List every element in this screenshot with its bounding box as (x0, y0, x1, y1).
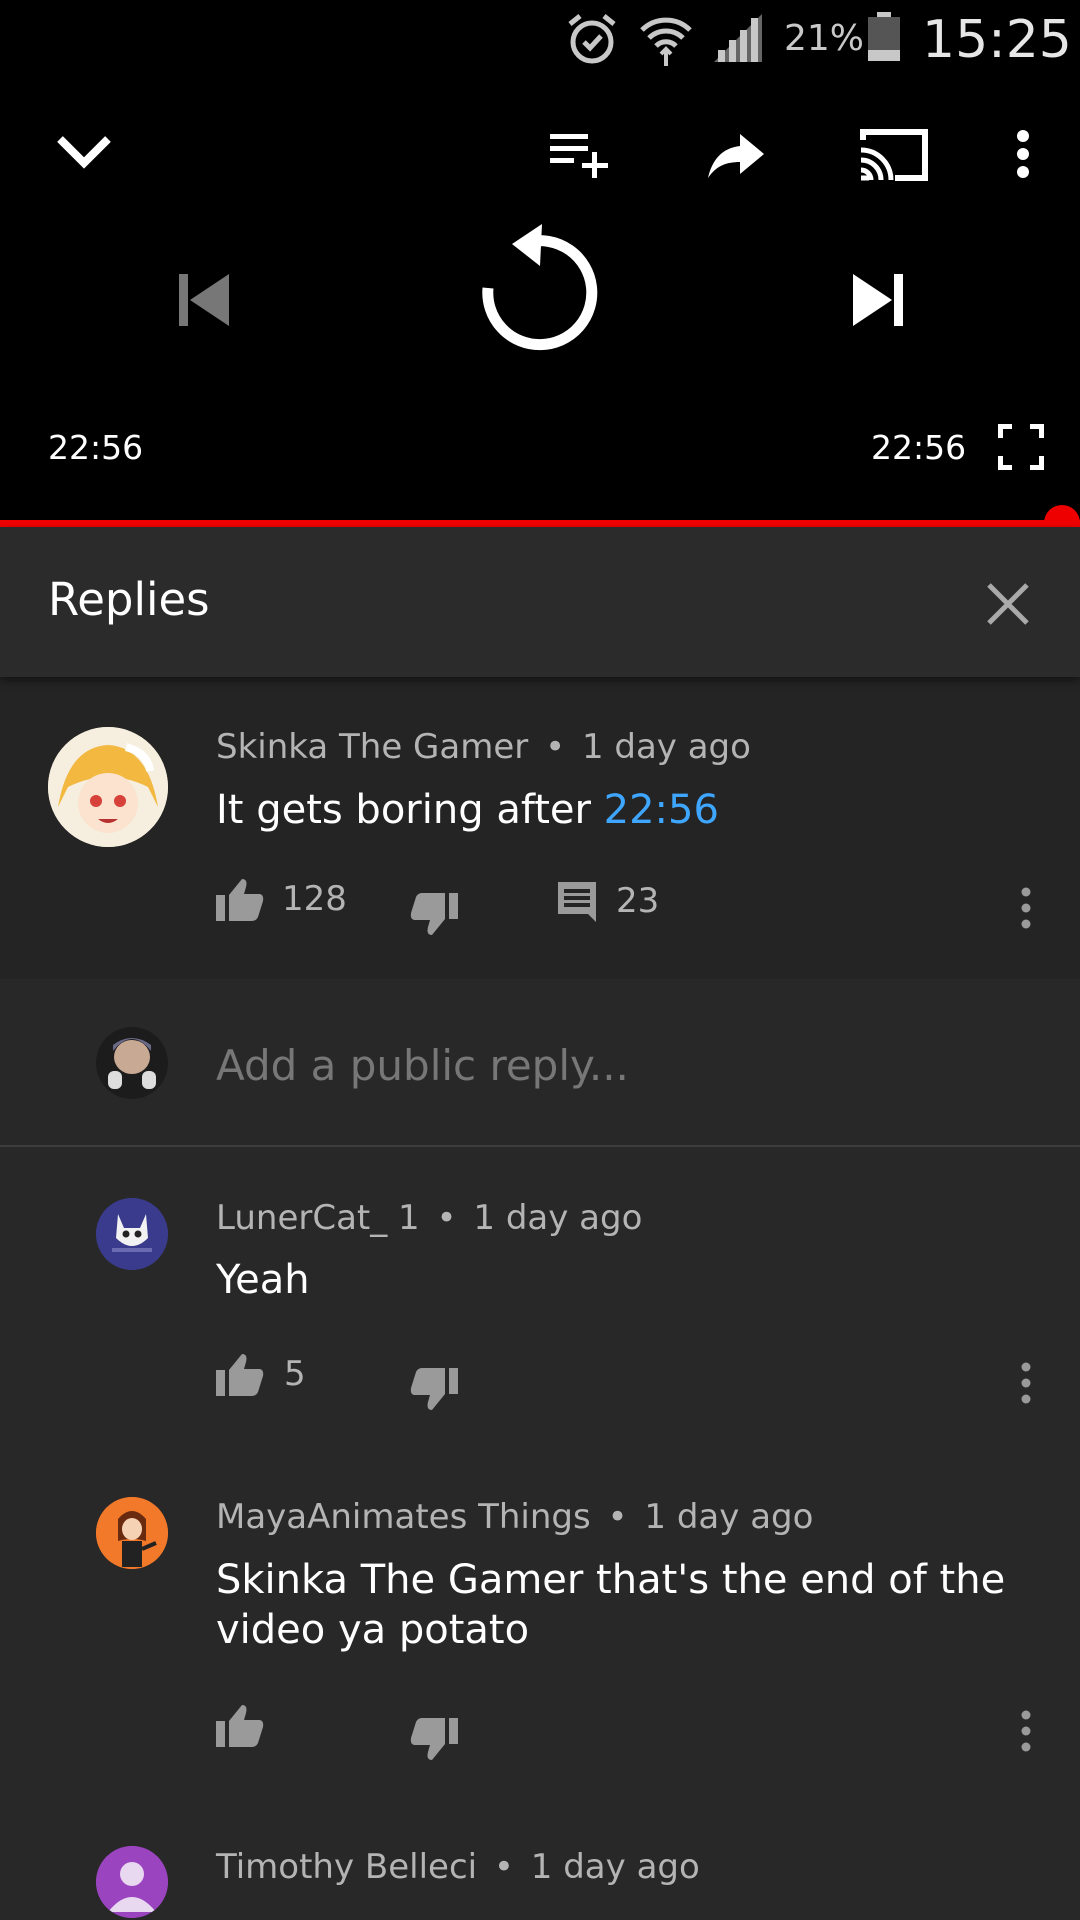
comment-meta: LunerCat_ 1 • 1 day ago (216, 1198, 642, 1238)
comment-text-body: It gets boring after (216, 787, 604, 833)
fullscreen-button[interactable] (998, 424, 1044, 470)
status-bar: 21% 15:25 (0, 0, 1080, 80)
like-button[interactable] (216, 1697, 264, 1753)
chevron-down-icon (57, 136, 111, 169)
page-title: Replies (48, 573, 210, 626)
thumb-up-icon (216, 879, 264, 921)
like-button[interactable]: 128 (216, 871, 347, 927)
progress-bar[interactable] (0, 520, 1080, 527)
like-button[interactable]: 5 (216, 1346, 306, 1402)
parent-comment: Skinka The Gamer • 1 day ago It gets bor… (0, 677, 1080, 979)
more-vertical-icon (1017, 130, 1029, 178)
more-vertical-icon (1021, 887, 1031, 929)
comment-meta: MayaAnimates Things • 1 day ago (216, 1497, 813, 1537)
comment-age: 1 day ago (530, 1847, 700, 1887)
replies-header: Replies (0, 527, 1080, 677)
more-vertical-icon (1021, 1710, 1031, 1752)
minimize-button[interactable] (52, 128, 116, 178)
share-button[interactable] (708, 130, 766, 180)
comment-author[interactable]: MayaAnimates Things (216, 1497, 591, 1537)
comment-text-line: video ya potato (216, 1607, 530, 1653)
comment-author[interactable]: LunerCat_ 1 (216, 1198, 420, 1238)
thumb-up-icon (216, 1354, 264, 1396)
like-count: 5 (284, 1354, 306, 1394)
dislike-button[interactable] (410, 1712, 458, 1768)
more-options-button[interactable] (1008, 126, 1038, 182)
more-vertical-icon (1021, 1362, 1031, 1404)
previous-button[interactable] (172, 270, 236, 330)
reply-count: 23 (616, 881, 660, 921)
comment-menu-button[interactable] (1012, 1706, 1040, 1756)
close-button[interactable] (984, 580, 1032, 628)
meta-separator: • (545, 727, 566, 767)
avatar[interactable] (96, 1198, 168, 1270)
cast-icon (860, 129, 928, 181)
comment-text-line: Skinka The Gamer that's the end of the (216, 1557, 1006, 1603)
comment-age: 1 day ago (644, 1497, 814, 1537)
comment-author[interactable]: Skinka The Gamer (216, 727, 528, 767)
reply-input-placeholder[interactable]: Add a public reply... (216, 1041, 629, 1090)
comment-icon (558, 882, 596, 922)
battery-icon (866, 12, 902, 66)
battery-percent: 21% (784, 18, 865, 59)
skip-next-icon (853, 274, 903, 326)
current-time: 22:56 (48, 428, 144, 467)
comment-text: Yeah (216, 1257, 310, 1303)
comment-author[interactable]: Timothy Belleci (216, 1847, 477, 1887)
reply-count-button[interactable]: 23 (556, 873, 659, 929)
fullscreen-icon (998, 424, 1044, 470)
share-icon (708, 134, 764, 178)
comment-menu-button[interactable] (1012, 1358, 1040, 1408)
meta-separator: • (436, 1198, 457, 1238)
video-player[interactable]: 21% 15:25 22:56 22:56 (0, 0, 1080, 522)
avatar[interactable] (48, 727, 168, 847)
meta-separator: • (493, 1847, 514, 1887)
thumb-down-icon (410, 1368, 458, 1410)
replay-button[interactable] (478, 222, 602, 362)
cast-button[interactable] (858, 124, 930, 184)
dislike-button[interactable] (410, 1362, 458, 1418)
comment-age: 1 day ago (581, 727, 751, 767)
skip-previous-icon (179, 274, 229, 326)
thumb-down-icon (410, 1718, 458, 1760)
add-to-playlist-button[interactable] (550, 128, 614, 180)
status-clock: 15:25 (922, 10, 1072, 70)
meta-separator: • (607, 1497, 628, 1537)
signal-icon (712, 12, 764, 68)
comment-menu-button[interactable] (1012, 883, 1040, 933)
dislike-button[interactable] (410, 887, 458, 943)
comment-meta: Skinka The Gamer • 1 day ago (216, 727, 751, 767)
alarm-icon (566, 12, 618, 72)
duration: 22:56 (871, 428, 967, 467)
comment-meta: Timothy Belleci • 1 day ago (216, 1847, 700, 1887)
avatar[interactable] (96, 1497, 168, 1569)
comment-age: 1 day ago (473, 1198, 643, 1238)
comment-text: It gets boring after 22:56 (216, 785, 719, 835)
wifi-icon (638, 12, 694, 72)
timestamp-link[interactable]: 22:56 (604, 787, 719, 833)
playlist-add-icon (550, 134, 608, 178)
like-count: 128 (282, 879, 347, 919)
reply-input-row[interactable]: Add a public reply... (0, 979, 1080, 1147)
user-avatar (96, 1027, 168, 1099)
next-button[interactable] (846, 270, 910, 330)
thumb-down-icon (410, 893, 458, 935)
thumb-up-icon (216, 1705, 264, 1747)
comment-text: Skinka The Gamer that's the end of the v… (216, 1555, 1005, 1655)
close-icon (987, 583, 1029, 625)
avatar[interactable] (96, 1846, 168, 1918)
replay-icon (482, 224, 598, 351)
